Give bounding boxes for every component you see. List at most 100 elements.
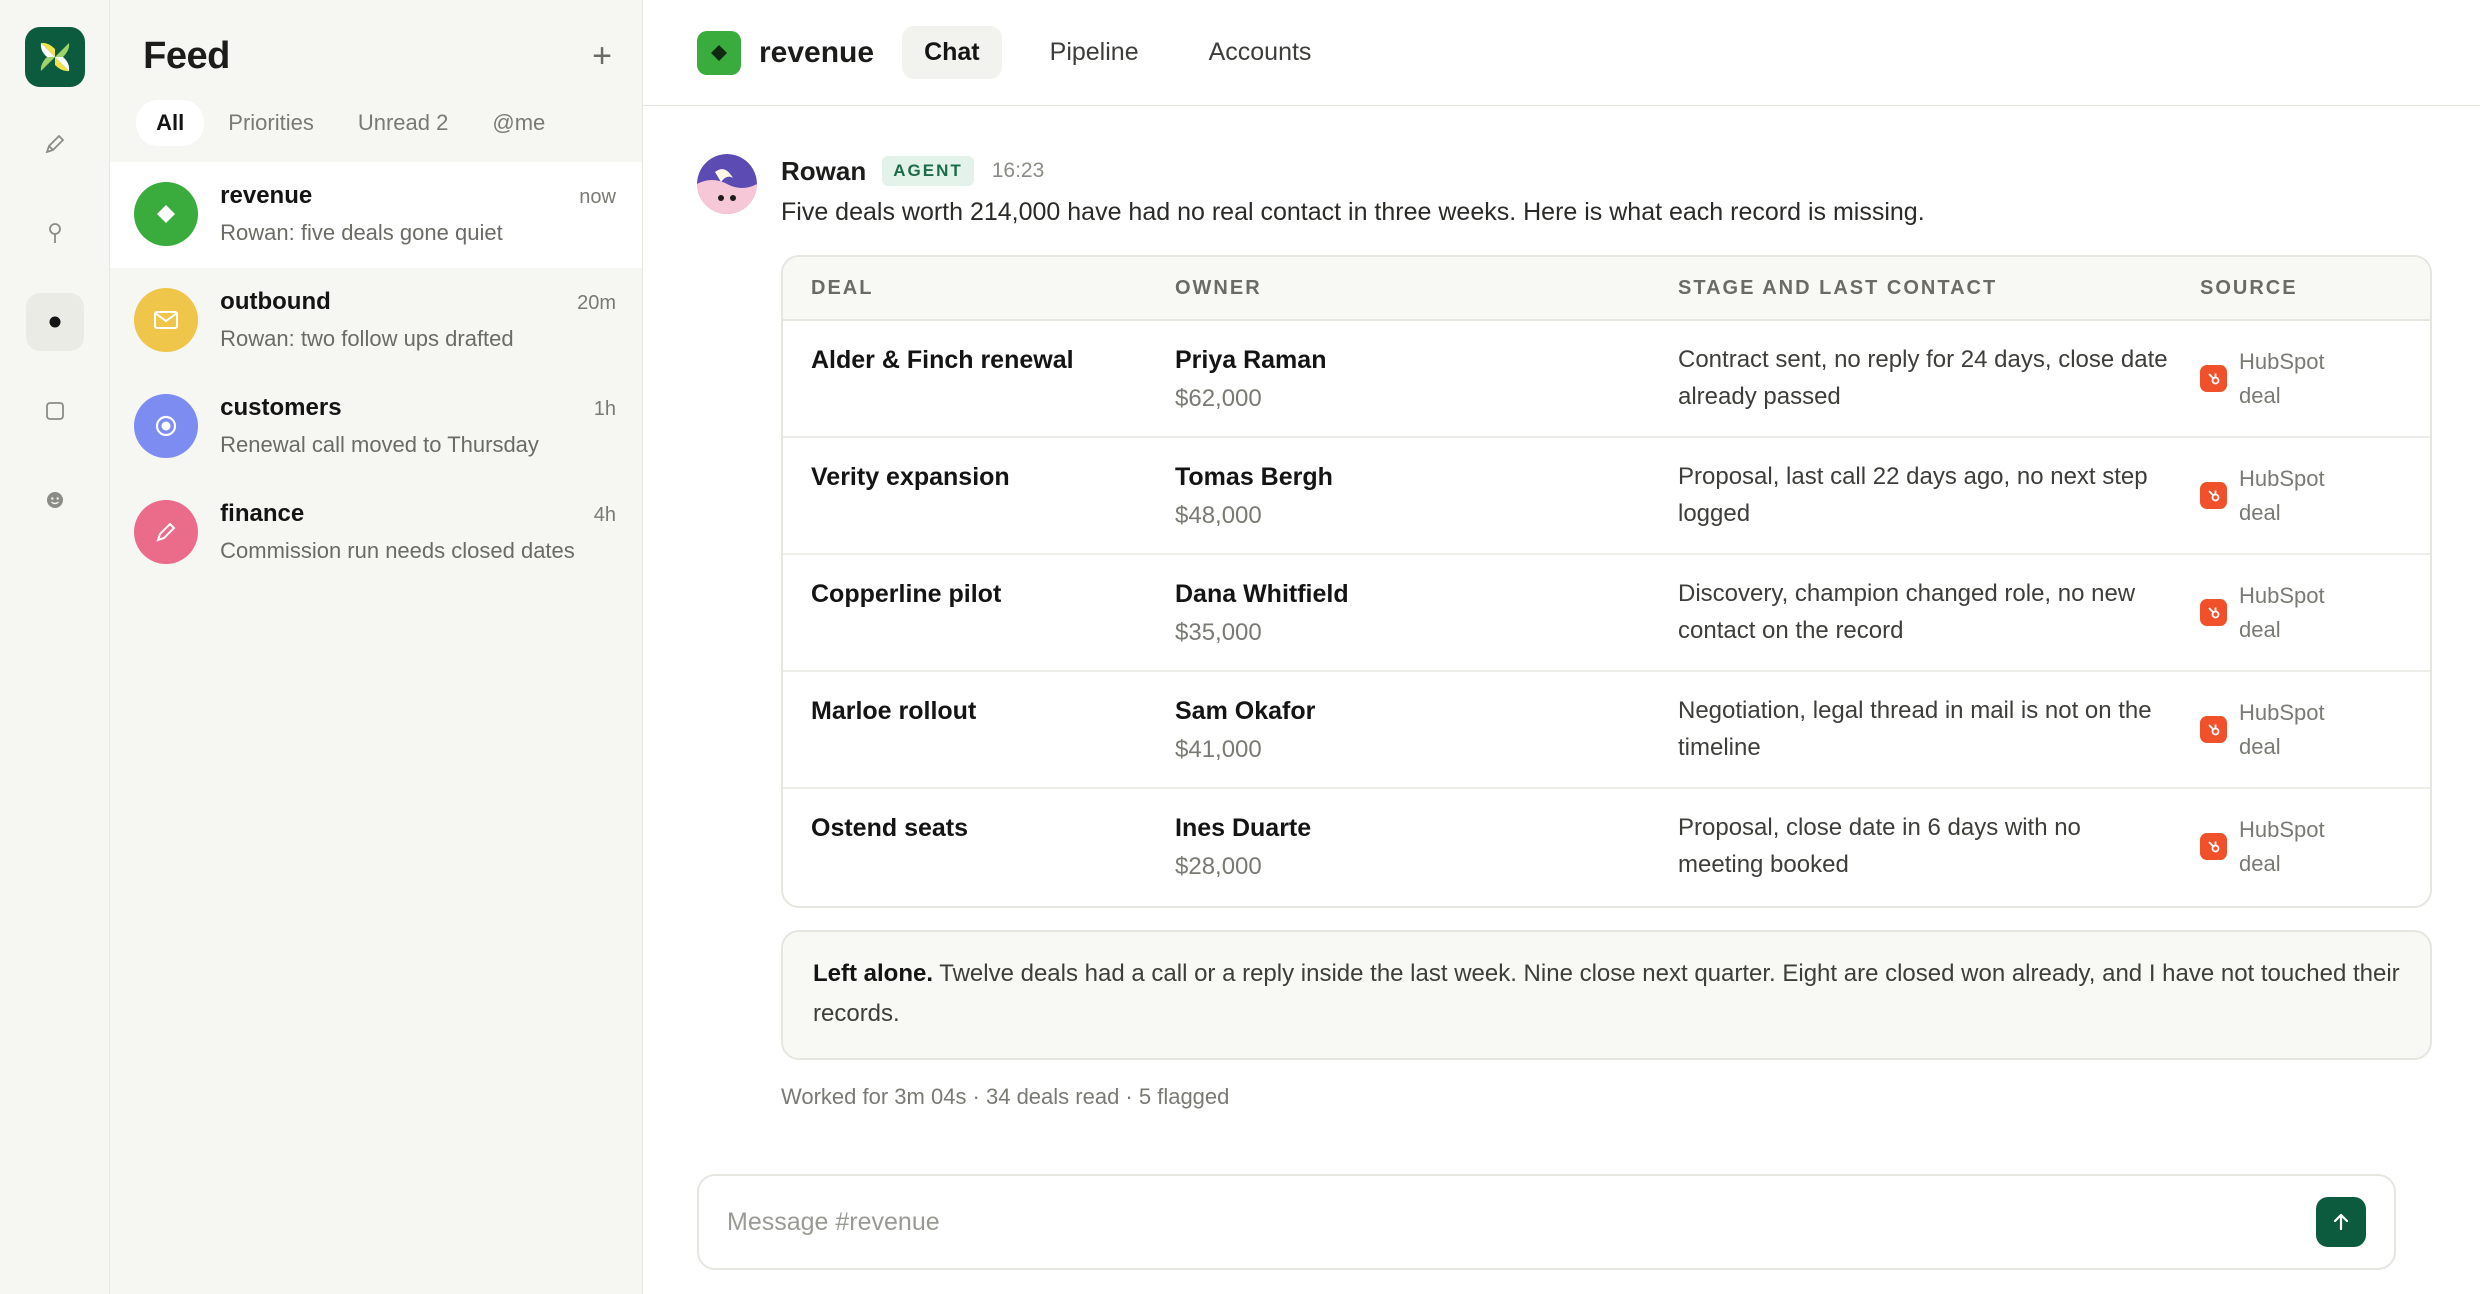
deal-name: Copperline pilot [811,580,1002,608]
deal-stage: Contract sent, no reply for 24 days, clo… [1678,346,2168,410]
icon-rail [0,0,111,1294]
plus-icon[interactable]: + [592,39,612,73]
table-row: Copperline pilot Dana Whitfield $35,000 D… [783,555,2430,672]
deal-name: Ostend seats [811,814,969,842]
table-row: Marloe rollout Sam Okafor $41,000 Negotia… [783,672,2430,789]
deal-name: Alder & Finch renewal [811,346,1074,374]
note-text: Twelve deals had a call or a reply insid… [813,960,2400,1027]
message-text: Five deals worth 214,000 have had no rea… [781,198,1925,226]
feed-panel: Feed + All Priorities Unread 2 @me reven… [110,0,643,1294]
owner-name: Priya Raman [1175,346,1327,374]
smiley-icon [46,492,63,508]
mail-icon [134,288,199,352]
filter-priorities[interactable]: Priorities [208,100,334,146]
feed-item-preview: Rowan: five deals gone quiet [220,220,503,245]
agent-message: Rowan AGENT 16:23 Five deals worth 214,0… [643,106,2480,1110]
rail-square-button[interactable] [26,382,84,440]
hubspot-icon [2200,716,2227,743]
column-header-deal: DEAL [811,276,874,299]
deals-table: DEAL OWNER STAGE AND LAST CONTACT SOURCE… [781,255,2432,908]
column-header-stage: STAGE AND LAST CONTACT [1678,276,1998,299]
app-logo-icon [40,42,69,72]
table-row: Ostend seats Ines Duarte $28,000 Proposal… [783,789,2430,906]
feed-item-time: now [579,186,616,208]
feed-item-preview: Rowan: two follow ups drafted [220,326,514,351]
feed-item-outbound[interactable]: outbound 20m Rowan: two follow ups draft… [110,268,642,374]
source-link[interactable]: HubSpot deal [2200,458,2430,553]
deal-amount: $41,000 [1175,736,1262,763]
tab-chat[interactable]: Chat [902,26,1002,79]
feed-item-time: 4h [593,504,616,526]
avatar[interactable] [697,154,757,214]
filter-all[interactable]: All [136,100,205,146]
rail-profile-button[interactable] [26,471,84,529]
message-body: Rowan AGENT 16:23 Five deals worth 214,0… [781,154,2432,1110]
column-header-source: SOURCE [2200,276,2298,299]
left-alone-note: Left alone. Twelve deals had a call or a… [781,930,2432,1060]
feed-list: revenue now Rowan: five deals gone quiet… [110,162,642,586]
message-author[interactable]: Rowan [781,156,866,187]
tab-pipeline[interactable]: Pipeline [1028,26,1161,79]
hubspot-icon [2200,833,2227,860]
feed-item-name: customers [220,394,342,421]
main-area: revenue Chat Pipeline Accounts Rowan AGE… [643,0,2480,1294]
work-summary: Worked for 3m 04s · 34 deals read · 5 fl… [781,1084,1230,1109]
deal-stage: Negotiation, legal thread in mail is not… [1678,697,2152,761]
rail-compose-button[interactable] [26,115,84,173]
feed-item-revenue[interactable]: revenue now Rowan: five deals gone quiet [110,162,642,268]
deal-amount: $62,000 [1175,385,1262,412]
source-link[interactable]: HubSpot deal [2200,809,2430,906]
feed-header: Feed + [110,0,642,80]
source-link[interactable]: HubSpot deal [2200,341,2430,436]
hubspot-icon [2200,599,2227,626]
rail-pin-button[interactable] [26,204,84,262]
send-button[interactable] [2316,1197,2366,1247]
deal-stage: Discovery, champion changed role, no new… [1678,580,2136,644]
source-label: HubSpot deal [2239,583,2325,642]
feed-item-body: customers 1h Renewal call moved to Thurs… [220,394,616,458]
app-logo[interactable] [24,27,85,87]
channel-name: revenue [759,35,875,69]
target-icon [134,394,199,458]
hubspot-icon [2200,365,2227,392]
feed-item-body: revenue now Rowan: five deals gone quiet [220,182,616,246]
status-badge: AGENT [882,156,974,186]
source-link[interactable]: HubSpot deal [2200,575,2430,670]
pin-icon [48,223,61,243]
source-link[interactable]: HubSpot deal [2200,692,2430,787]
arrow-up-icon [2333,1213,2349,1231]
source-label: HubSpot deal [2239,466,2325,525]
table-row: Verity expansion Tomas Bergh $48,000 Prop… [783,438,2430,555]
rail-feed-button[interactable] [25,293,84,351]
message-input[interactable] [727,1207,2316,1237]
feed-item-time: 20m [577,292,616,314]
tab-accounts[interactable]: Accounts [1187,26,1334,79]
feed-item-body: outbound 20m Rowan: two follow ups draft… [220,288,616,352]
feed-item-customers[interactable]: customers 1h Renewal call moved to Thurs… [110,374,642,480]
message-meta: Rowan AGENT 16:23 [781,154,2432,188]
deal-amount: $35,000 [1175,619,1262,646]
deal-name: Marloe rollout [811,697,977,725]
pencil-icon [45,134,64,154]
feed-item-preview: Renewal call moved to Thursday [220,432,539,457]
deal-amount: $48,000 [1175,502,1262,529]
deal-amount: $28,000 [1175,853,1262,880]
diamond-icon [134,182,199,246]
hubspot-icon [2200,482,2227,509]
filter-unread[interactable]: Unread 2 [338,100,469,146]
filter-mentions[interactable]: @me [472,100,565,146]
owner-name: Tomas Bergh [1175,463,1333,491]
message-composer [697,1174,2396,1270]
column-header-owner: OWNER [1175,276,1262,299]
feed-item-preview: Commission run needs closed dates [220,538,575,563]
app-root: Feed + All Priorities Unread 2 @me reven… [0,0,2480,1294]
source-label: HubSpot deal [2239,700,2325,759]
feed-item-finance[interactable]: finance 4h Commission run needs closed d… [110,480,642,586]
owner-name: Ines Duarte [1175,814,1312,842]
feed-item-body: finance 4h Commission run needs closed d… [220,500,616,564]
message-time: 16:23 [991,159,1045,182]
feed-item-time: 1h [593,398,616,420]
owner-name: Dana Whitfield [1175,580,1349,608]
feed-item-name: revenue [220,182,313,209]
source-label: HubSpot deal [2239,817,2325,876]
